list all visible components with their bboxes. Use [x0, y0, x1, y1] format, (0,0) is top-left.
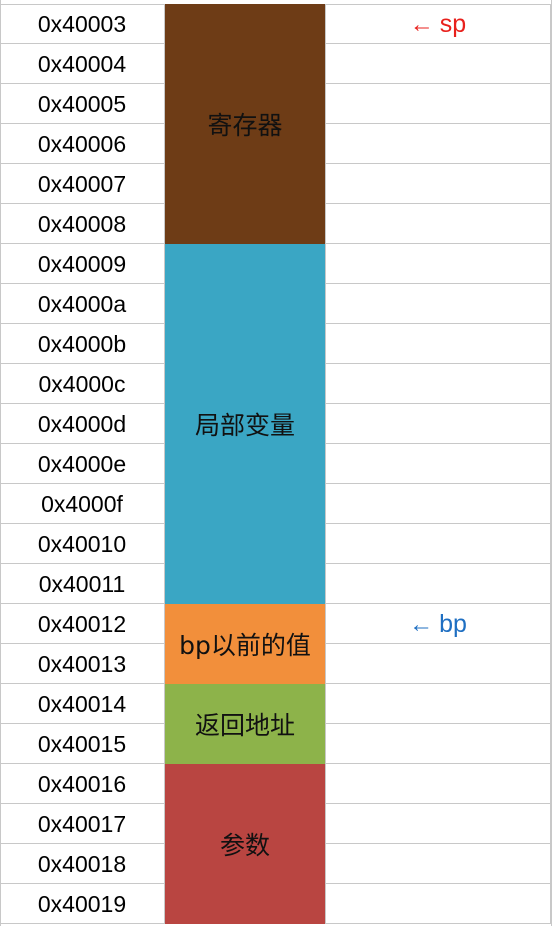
address-label: 0x4000d — [0, 404, 165, 444]
pointer-cell — [325, 484, 551, 524]
address-label: 0x40003 — [0, 4, 165, 44]
address-label: 0x4000a — [0, 284, 165, 324]
stack-segment: 局部变量 — [165, 244, 325, 604]
address-label: 0x40015 — [0, 724, 165, 764]
address-label: 0x40019 — [0, 884, 165, 924]
address-label: 0x40005 — [0, 84, 165, 124]
pointer-cell — [325, 844, 551, 884]
pointer-label: sp — [439, 10, 467, 38]
address-label: 0x4000b — [0, 324, 165, 364]
stack-segment: 寄存器 — [165, 4, 325, 244]
arrow-left-icon: ← — [409, 11, 434, 38]
address-label: 0x4000e — [0, 444, 165, 484]
address-label: 0x40011 — [0, 564, 165, 604]
address-label: 0x40006 — [0, 124, 165, 164]
address-label: 0x40007 — [0, 164, 165, 204]
pointer-cell — [325, 284, 551, 324]
pointer-cell — [325, 804, 551, 844]
segment-label: 参数 — [219, 831, 270, 860]
stack-segment: 返回地址 — [165, 684, 325, 764]
address-label: 0x40016 — [0, 764, 165, 804]
pointer-cell — [325, 564, 551, 604]
address-label: 0x40010 — [0, 524, 165, 564]
stack-segment: bp以前的值 — [165, 604, 325, 684]
address-label: 0x40009 — [0, 244, 165, 284]
stack-segment: 参数 — [165, 764, 325, 924]
address-label: 0x40004 — [0, 44, 165, 84]
pointer-cell — [325, 244, 551, 284]
segment-label: 局部变量 — [194, 411, 295, 440]
pointer-cell — [325, 124, 551, 164]
address-label: 0x40018 — [0, 844, 165, 884]
segment-label: 寄存器 — [207, 111, 283, 140]
pointer-cell — [325, 724, 551, 764]
arrow-left-icon: ← — [409, 611, 434, 638]
address-label: 0x4000f — [0, 484, 165, 524]
pointer-cell — [325, 444, 551, 484]
stack-diagram: 0x40003 0x40004 0x40005 0x40006 0x40007 0x400… — [0, 0, 552, 926]
pointer-marker: ← bp — [325, 604, 551, 644]
pointer-label: bp — [439, 610, 467, 638]
pointer-cell — [325, 764, 551, 804]
segment-label: 返回地址 — [194, 711, 295, 740]
address-label: 0x40017 — [0, 804, 165, 844]
pointer-cell — [325, 524, 551, 564]
address-label: 0x4000c — [0, 364, 165, 404]
address-label: 0x40013 — [0, 644, 165, 684]
pointer-cell — [325, 684, 551, 724]
pointer-cell — [325, 164, 551, 204]
address-label: 0x40014 — [0, 684, 165, 724]
pointer-cell — [325, 44, 551, 84]
pointer-cell — [325, 324, 551, 364]
pointer-cell — [325, 84, 551, 124]
address-label: 0x40008 — [0, 204, 165, 244]
pointer-cell — [325, 404, 551, 444]
pointer-marker: ← sp — [325, 4, 551, 44]
pointer-cell — [325, 884, 551, 924]
pointer-cell — [325, 364, 551, 404]
segment-label: bp以前的值 — [179, 631, 311, 660]
pointer-cell — [325, 204, 551, 244]
pointer-cell — [325, 644, 551, 684]
address-label: 0x40012 — [0, 604, 165, 644]
